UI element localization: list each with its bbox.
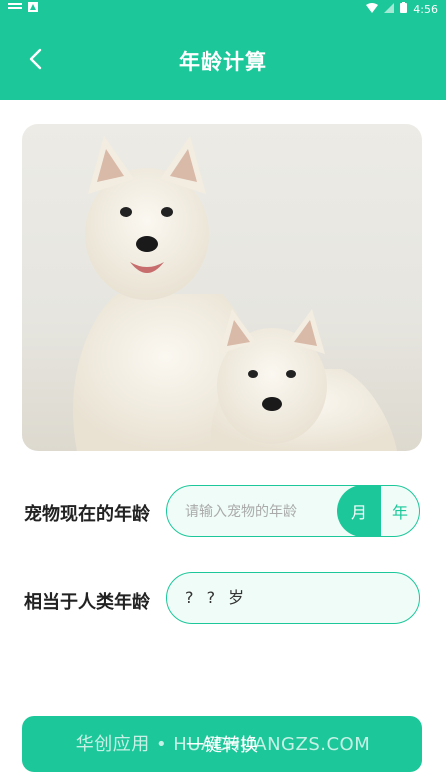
wifi-icon (366, 2, 379, 16)
status-time: 4:56 (413, 2, 438, 16)
pet-age-input[interactable] (183, 486, 337, 537)
notification-icon (8, 2, 22, 15)
unit-month-toggle[interactable]: 月 (337, 484, 381, 537)
human-age-result: ? ? 岁 (185, 588, 249, 607)
battery-icon (400, 2, 408, 16)
human-age-field: ? ? 岁 (166, 572, 420, 624)
signal-icon (384, 2, 395, 16)
convert-button[interactable]: 一键转换 (22, 716, 422, 772)
unit-year-toggle[interactable]: 年 (381, 486, 419, 535)
status-bar: 4:56 (0, 0, 446, 18)
convert-button-label: 一键转换 (186, 735, 258, 756)
app-notification-icon (28, 2, 38, 15)
pet-photo (22, 124, 422, 451)
page-title: 年龄计算 (179, 50, 267, 74)
human-age-label: 相当于人类年龄 (24, 592, 150, 613)
app-bar: 年龄计算 (0, 18, 446, 100)
pet-age-label: 宠物现在的年龄 (24, 504, 150, 525)
pet-age-field: 月 年 (166, 484, 420, 537)
